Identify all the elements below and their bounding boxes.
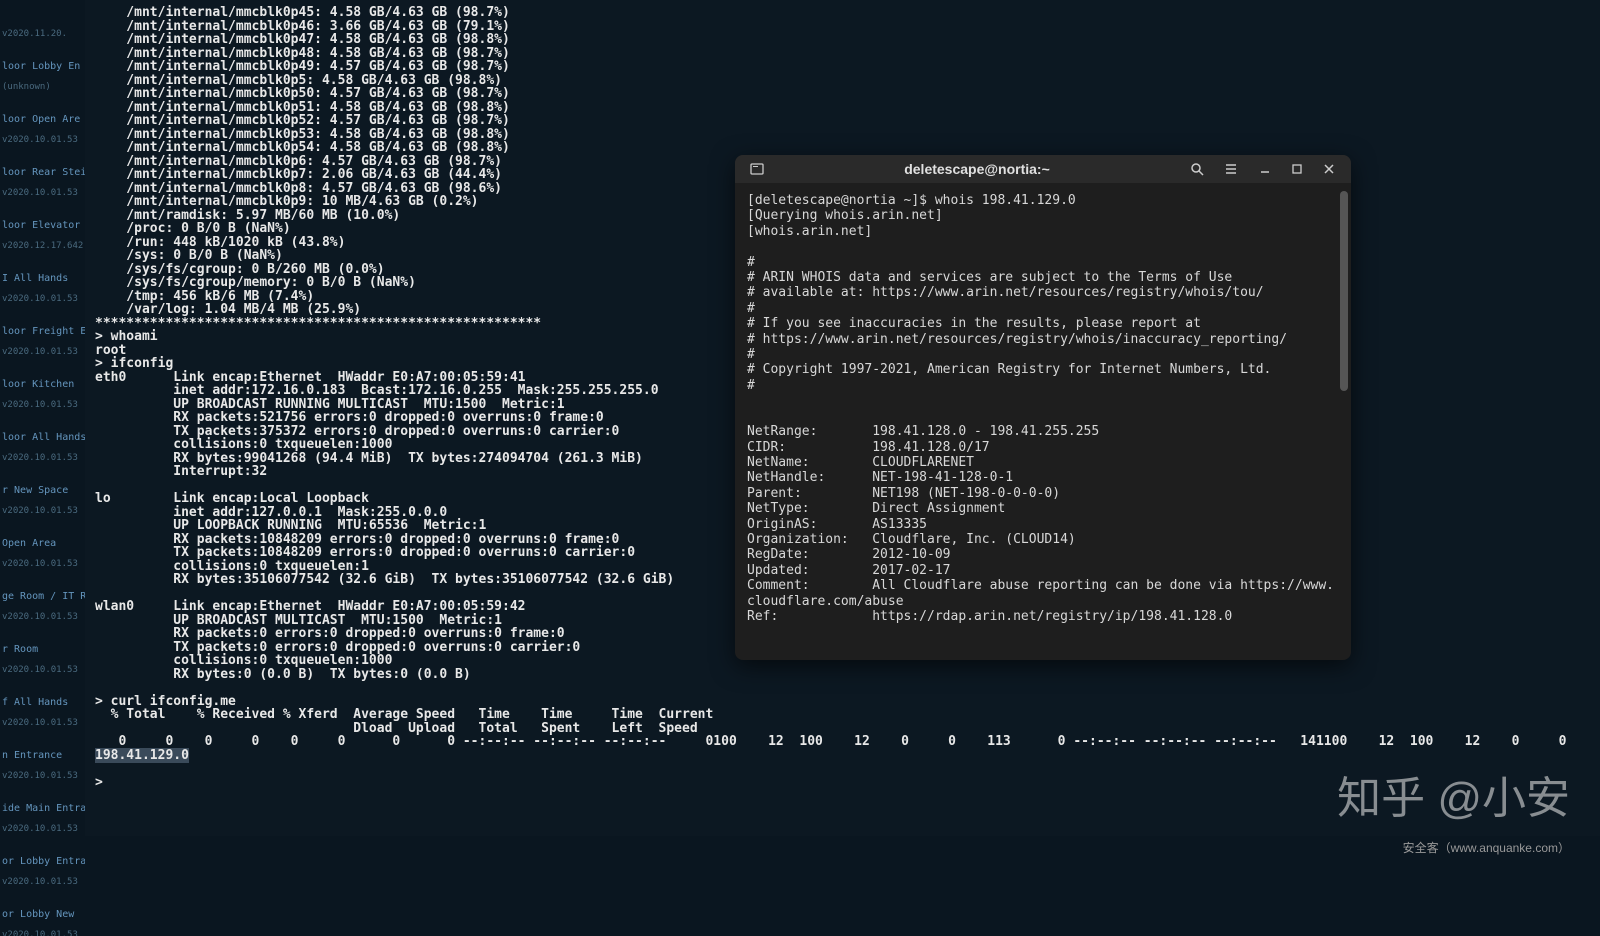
camera-item: or Lobby Entrav2020.10.01.53 <box>2 851 83 893</box>
camera-item: loor Elevator Lv2020.12.17.642 <box>2 215 83 257</box>
minimize-button[interactable] <box>1251 155 1279 183</box>
camera-item: loor Lobby En(unknown) <box>2 56 83 98</box>
window-title: deletescape@nortia:~ <box>777 161 1177 177</box>
scrollbar[interactable] <box>1340 191 1348 391</box>
camera-item: loor Kitchenv2020.10.01.53 <box>2 374 83 416</box>
camera-item: or Lobby Newv2020.10.01.53 <box>2 904 83 936</box>
attribution: 安全客（www.anquanke.com） <box>1403 839 1570 856</box>
camera-item: loor Open Arev2020.10.01.53 <box>2 109 83 151</box>
search-button[interactable] <box>1183 155 1211 183</box>
camera-item: v2020.11.20. <box>2 24 83 45</box>
camera-item: r New Spacev2020.10.01.53 <box>2 480 83 522</box>
camera-item: loor Freight Elv2020.10.01.53 <box>2 321 83 363</box>
camera-item: f All Handsv2020.10.01.53 <box>2 692 83 734</box>
camera-item: I All Handsv2020.10.01.53 <box>2 268 83 310</box>
camera-item: n Entrancev2020.10.01.53 <box>2 745 83 787</box>
watermark: 知乎 @小安 <box>1337 762 1570 826</box>
maximize-button[interactable] <box>1283 155 1311 183</box>
camera-item: loor Rear Steiv2020.10.01.53 <box>2 162 83 204</box>
camera-item: loor All Handsv2020.10.01.53 <box>2 427 83 469</box>
camera-item: Open Areav2020.10.01.53 <box>2 533 83 575</box>
close-button[interactable] <box>1315 155 1343 183</box>
camera-item: ide Main Entrav2020.10.01.53 <box>2 798 83 840</box>
menu-button[interactable] <box>1217 155 1245 183</box>
camera-item: r Roomv2020.10.01.53 <box>2 639 83 681</box>
terminal-window: deletescape@nortia:~ [deletescape@nortia… <box>735 155 1351 660</box>
new-tab-button[interactable] <box>743 155 771 183</box>
terminal-body[interactable]: [deletescape@nortia ~]$ whois 198.41.129… <box>735 183 1351 660</box>
window-titlebar: deletescape@nortia:~ <box>735 155 1351 183</box>
camera-item: ge Room / IT Rv2020.10.01.53 <box>2 586 83 628</box>
background-sidebar: v2020.11.20. loor Lobby En(unknown) loor O… <box>0 0 85 936</box>
